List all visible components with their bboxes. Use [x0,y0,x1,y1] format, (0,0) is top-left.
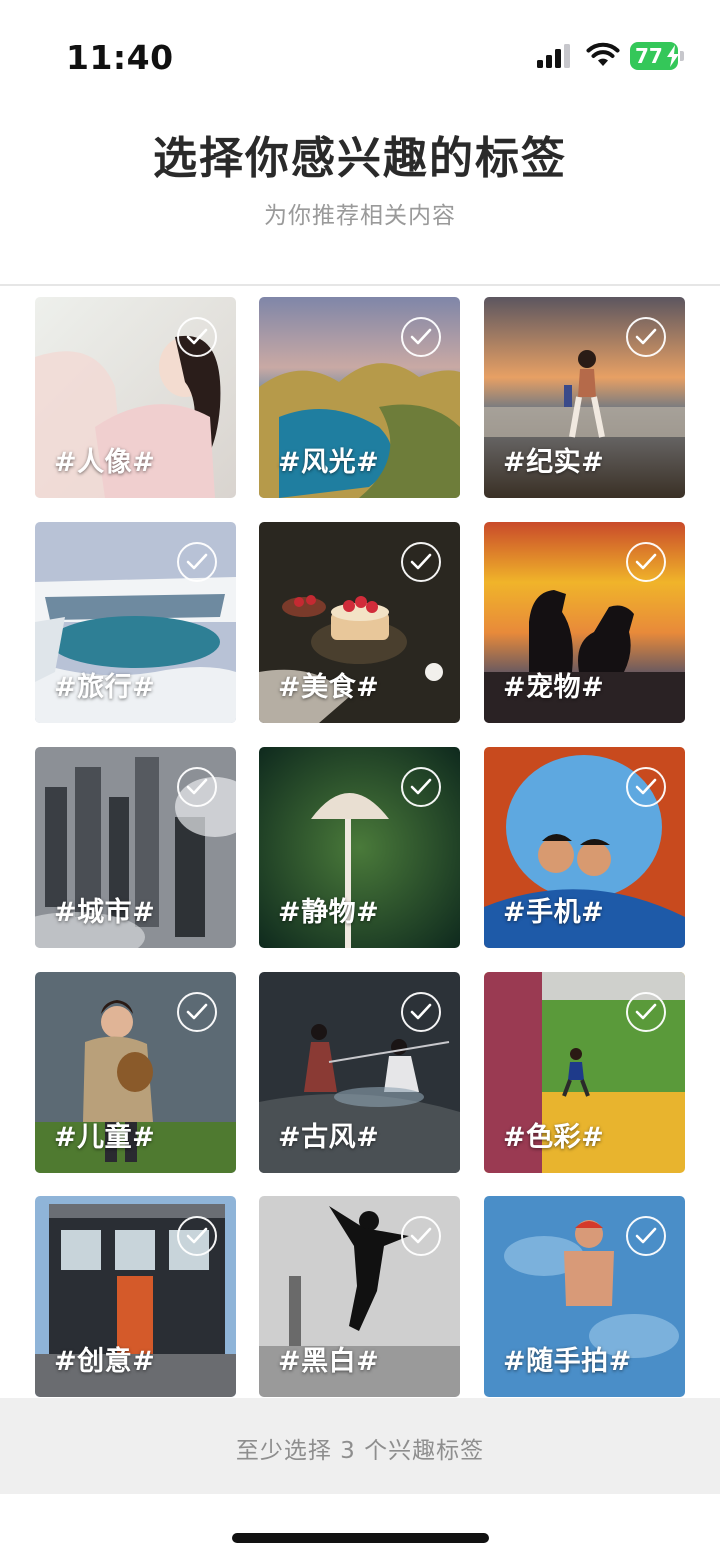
tag-label: #创意# [54,1346,156,1377]
checkmark-circle-icon [626,317,666,357]
checkmark-circle-icon [626,767,666,807]
tag-tile-snapshot[interactable]: #随手拍# [484,1196,685,1397]
tag-tile-documentary[interactable]: #纪实# [484,297,685,498]
checkmark-circle-icon [401,317,441,357]
charging-bolt-icon [667,45,679,67]
tag-label: #静物# [278,897,380,928]
tag-label: #随手拍# [503,1346,632,1377]
cellular-signal-icon [537,44,570,68]
tag-label: #古风# [278,1122,380,1153]
tag-tile-still-life[interactable]: #静物# [259,747,460,948]
tag-tile-creative[interactable]: #创意# [35,1196,236,1397]
battery-cap [680,51,684,61]
tag-tile-travel[interactable]: #旅行# [35,522,236,723]
page-header: 选择你感兴趣的标签 为你推荐相关内容 [0,110,720,285]
tag-label: #纪实# [503,447,605,478]
checkmark-circle-icon [401,992,441,1032]
wifi-icon [586,42,620,66]
checkmark-circle-icon [177,317,217,357]
checkmark-circle-icon [401,767,441,807]
checkmark-circle-icon [626,992,666,1032]
tag-label: #人像# [54,447,156,478]
tag-label: #黑白# [278,1346,380,1377]
tag-tile-children[interactable]: #儿童# [35,972,236,1173]
battery-icon: 77 [630,42,684,70]
confirm-bar[interactable]: 至少选择 3 个兴趣标签 [0,1398,720,1494]
min-selection-hint: 至少选择 3 个兴趣标签 [235,1438,485,1464]
tag-label: #宠物# [503,672,605,703]
checkmark-circle-icon [401,542,441,582]
tag-label: #色彩# [503,1122,605,1153]
header-divider [0,284,720,286]
tag-tile-pets[interactable]: #宠物# [484,522,685,723]
tag-tile-mobile[interactable]: #手机# [484,747,685,948]
tag-tile-landscape[interactable]: #风光# [259,297,460,498]
tag-tile-ancient-style[interactable]: #古风# [259,972,460,1173]
tag-label: #儿童# [54,1122,156,1153]
checkmark-circle-icon [177,1216,217,1256]
tag-tile-black-white[interactable]: #黑白# [259,1196,460,1397]
checkmark-circle-icon [177,992,217,1032]
page-title: 选择你感兴趣的标签 [153,133,567,184]
tag-tile-color[interactable]: #色彩# [484,972,685,1173]
tag-tile-food[interactable]: #美食# [259,522,460,723]
checkmark-circle-icon [177,542,217,582]
tag-label: #城市# [54,897,156,928]
checkmark-circle-icon [626,1216,666,1256]
home-indicator[interactable] [232,1533,489,1543]
interest-tag-grid: #人像# #风光# #纪实# #旅行# #美食# #宠物# #城市# #静物# … [35,297,685,1397]
tag-label: #旅行# [54,672,156,703]
tag-label: #美食# [278,672,380,703]
tag-label: #手机# [503,897,605,928]
tag-tile-city[interactable]: #城市# [35,747,236,948]
checkmark-circle-icon [626,542,666,582]
checkmark-circle-icon [177,767,217,807]
page-subtitle: 为你推荐相关内容 [264,203,456,229]
tag-label: #风光# [278,447,380,478]
status-time: 11:40 [66,38,174,77]
status-bar: 11:40 77 [0,0,720,110]
checkmark-circle-icon [401,1216,441,1256]
tag-tile-portrait[interactable]: #人像# [35,297,236,498]
